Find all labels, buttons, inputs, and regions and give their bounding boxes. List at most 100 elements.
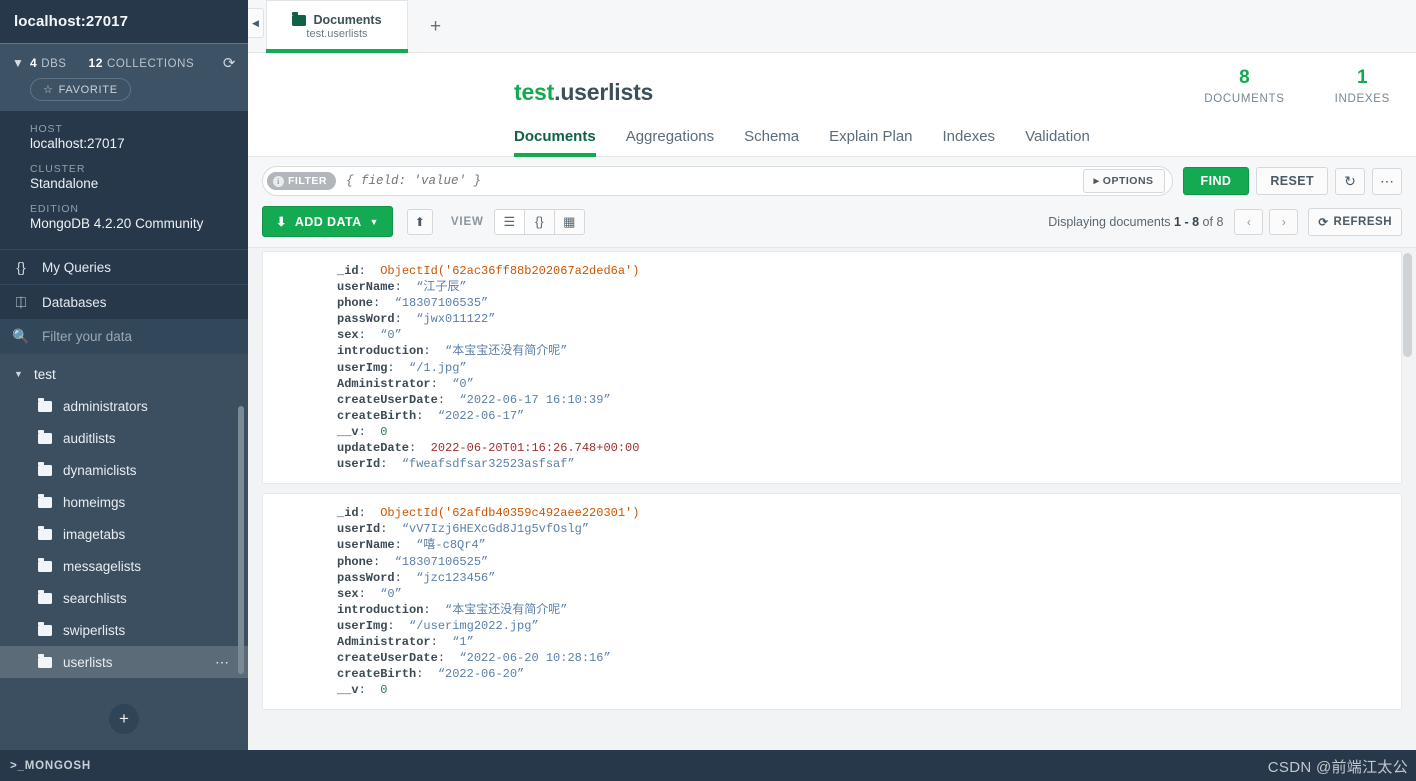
field-colon: : (409, 441, 431, 456)
workspace-tab-title-row: Documents (292, 11, 382, 27)
sidebar-scrollbar[interactable] (238, 406, 244, 674)
caret-down-icon: ▼ (14, 369, 23, 379)
favorite-button[interactable]: ☆ FAVORITE (30, 78, 131, 101)
document-field[interactable]: __v: 0 (263, 424, 1401, 440)
next-page-button[interactable]: › (1269, 208, 1299, 235)
view-mode-list[interactable]: ☰ (493, 208, 525, 235)
sidebar-item-databases[interactable]: ⎅ Databases (0, 284, 248, 319)
field-key: phone (337, 554, 374, 569)
document-field[interactable]: passWord: “jwx011122” (263, 311, 1401, 327)
field-key: __v (337, 683, 359, 698)
collections-stat: 12 COLLECTIONS (89, 56, 195, 70)
filter-data-input[interactable] (42, 329, 222, 344)
filter-input[interactable] (345, 174, 1083, 188)
find-button[interactable]: FIND (1182, 167, 1250, 195)
document-field[interactable]: createBirth: “2022-06-20” (263, 666, 1401, 682)
field-colon: : (430, 376, 453, 391)
export-button[interactable]: ⬆ (406, 208, 433, 235)
document-field[interactable]: userId: “vV7Izj6HEXcGd8J1g5vfOslg” (263, 521, 1401, 537)
sidebar-collection-swiperlists[interactable]: swiperlists (0, 614, 248, 646)
document-field[interactable]: Administrator: “0” (263, 376, 1401, 392)
sidebar-collection-userlists[interactable]: userlists ⋯ (0, 646, 248, 678)
folder-icon (38, 397, 52, 412)
sidebar-collapse-button[interactable]: ◀ (248, 8, 264, 38)
folder-icon (38, 525, 52, 540)
collection-stats: 8 DOCUMENTS 1 INDEXES (1204, 67, 1390, 105)
field-value: “0” (380, 328, 402, 343)
documents-count-label: DOCUMENTS (1204, 92, 1285, 105)
document-field[interactable]: userName: “江子辰” (263, 279, 1401, 295)
document-field[interactable]: userId: “fweafsdfsar32523asfsaf” (263, 456, 1401, 472)
sidebar-item-my-queries[interactable]: {} My Queries (0, 249, 248, 284)
add-data-button[interactable]: ⬇ ADD DATA ▼ (262, 206, 393, 237)
field-value: 2022-06-20T01:16:26.748+00:00 (430, 441, 640, 456)
view-mode-table[interactable]: ▦ (553, 208, 585, 235)
tab-explain-plan[interactable]: Explain Plan (829, 128, 912, 156)
sidebar-collection-homeimgs[interactable]: homeimgs (0, 486, 248, 518)
document-field[interactable]: phone: “18307106525” (263, 554, 1401, 570)
chevron-down-icon[interactable]: ▼ (12, 56, 30, 70)
document-field[interactable]: _id: ObjectId('62ac36ff88b202067a2ded6a'… (263, 263, 1401, 279)
field-value: 0 (380, 683, 388, 698)
refresh-button[interactable]: ⟳ REFRESH (1308, 207, 1402, 236)
document-field[interactable]: createUserDate: “2022-06-20 10:28:16” (263, 650, 1401, 666)
document-field[interactable]: Administrator: “1” (263, 634, 1401, 650)
field-value: “fweafsdfsar32523asfsaf” (401, 457, 575, 472)
tab-documents[interactable]: Documents (514, 128, 596, 157)
query-history-button[interactable]: ↻ (1335, 167, 1365, 195)
displaying-of: of 8 (1202, 214, 1224, 229)
sidebar-collection-messagelists[interactable]: messagelists (0, 550, 248, 582)
new-tab-button[interactable]: + (430, 16, 441, 38)
field-value: ObjectId('62afdb40359c492aee220301') (380, 506, 640, 521)
field-value: “jzc123456” (416, 570, 496, 585)
document-card[interactable]: _id: ObjectId('62afdb40359c492aee220301'… (262, 493, 1402, 711)
sidebar-collection-searchlists[interactable]: searchlists (0, 582, 248, 614)
reset-button[interactable]: RESET (1256, 167, 1328, 195)
caret-right-icon: ▶ (14, 354, 24, 355)
mongosh-bar[interactable]: >_MONGOSH (0, 750, 248, 781)
sidebar-collection-auditlists[interactable]: auditlists (0, 422, 248, 454)
document-field[interactable]: userName: “嘻-c8Qr4” (263, 537, 1401, 553)
filter-pill: i FILTER (267, 172, 336, 190)
tab-aggregations[interactable]: Aggregations (626, 128, 714, 156)
add-database-button[interactable]: + (109, 704, 139, 734)
prev-page-button[interactable]: ‹ (1234, 208, 1264, 235)
sidebar-filter[interactable]: 🔍 (0, 319, 248, 354)
workspace-tab-documents[interactable]: Documents test.userlists (266, 0, 408, 53)
document-field[interactable]: introduction: “本宝宝还没有简介呢” (263, 602, 1401, 618)
tab-schema[interactable]: Schema (744, 128, 799, 156)
options-toggle[interactable]: ▸ OPTIONS (1082, 169, 1165, 193)
documents-scrollbar[interactable] (1403, 253, 1412, 357)
document-field[interactable]: userImg: “/userimg2022.jpg” (263, 618, 1401, 634)
tab-indexes[interactable]: Indexes (943, 128, 996, 156)
document-field[interactable]: sex: “0” (263, 327, 1401, 343)
sidebar-collection-imagetabs[interactable]: imagetabs (0, 518, 248, 550)
query-more-button[interactable]: ⋯ (1372, 167, 1402, 195)
collection-label: imagetabs (63, 526, 126, 542)
ellipsis-icon[interactable]: ⋯ (215, 654, 230, 671)
sidebar-collection-administrators[interactable]: administrators (0, 390, 248, 422)
document-field[interactable]: passWord: “jzc123456” (263, 570, 1401, 586)
field-colon: : (437, 651, 460, 666)
folder-icon (38, 493, 52, 508)
database-row-test[interactable]: ▼ test (0, 358, 248, 390)
document-field[interactable]: userImg: “/1.jpg” (263, 360, 1401, 376)
refresh-icon[interactable]: ⟳ (223, 54, 236, 72)
folder-icon (292, 11, 307, 26)
document-field[interactable]: _id: ObjectId('62afdb40359c492aee220301'… (263, 505, 1401, 521)
document-field[interactable]: introduction: “本宝宝还没有简介呢” (263, 343, 1401, 359)
tab-validation[interactable]: Validation (1025, 128, 1090, 156)
view-mode-json[interactable]: {} (523, 208, 555, 235)
document-field[interactable]: phone: “18307106535” (263, 295, 1401, 311)
document-field[interactable]: updateDate: 2022-06-20T01:16:26.748+00:0… (263, 440, 1401, 456)
document-card[interactable]: _id: ObjectId('62ac36ff88b202067a2ded6a'… (262, 251, 1402, 485)
database-row-partial[interactable]: ▶ local (0, 354, 248, 358)
field-key: userImg (337, 360, 388, 375)
document-field[interactable]: createBirth: “2022-06-17” (263, 408, 1401, 424)
sidebar-collection-dynamiclists[interactable]: dynamiclists (0, 454, 248, 486)
query-filter-bar[interactable]: i FILTER ▸ OPTIONS (262, 166, 1173, 196)
document-field[interactable]: __v: 0 (263, 682, 1401, 698)
document-field[interactable]: createUserDate: “2022-06-17 16:10:39” (263, 392, 1401, 408)
field-colon: : (416, 667, 438, 682)
document-field[interactable]: sex: “0” (263, 586, 1401, 602)
